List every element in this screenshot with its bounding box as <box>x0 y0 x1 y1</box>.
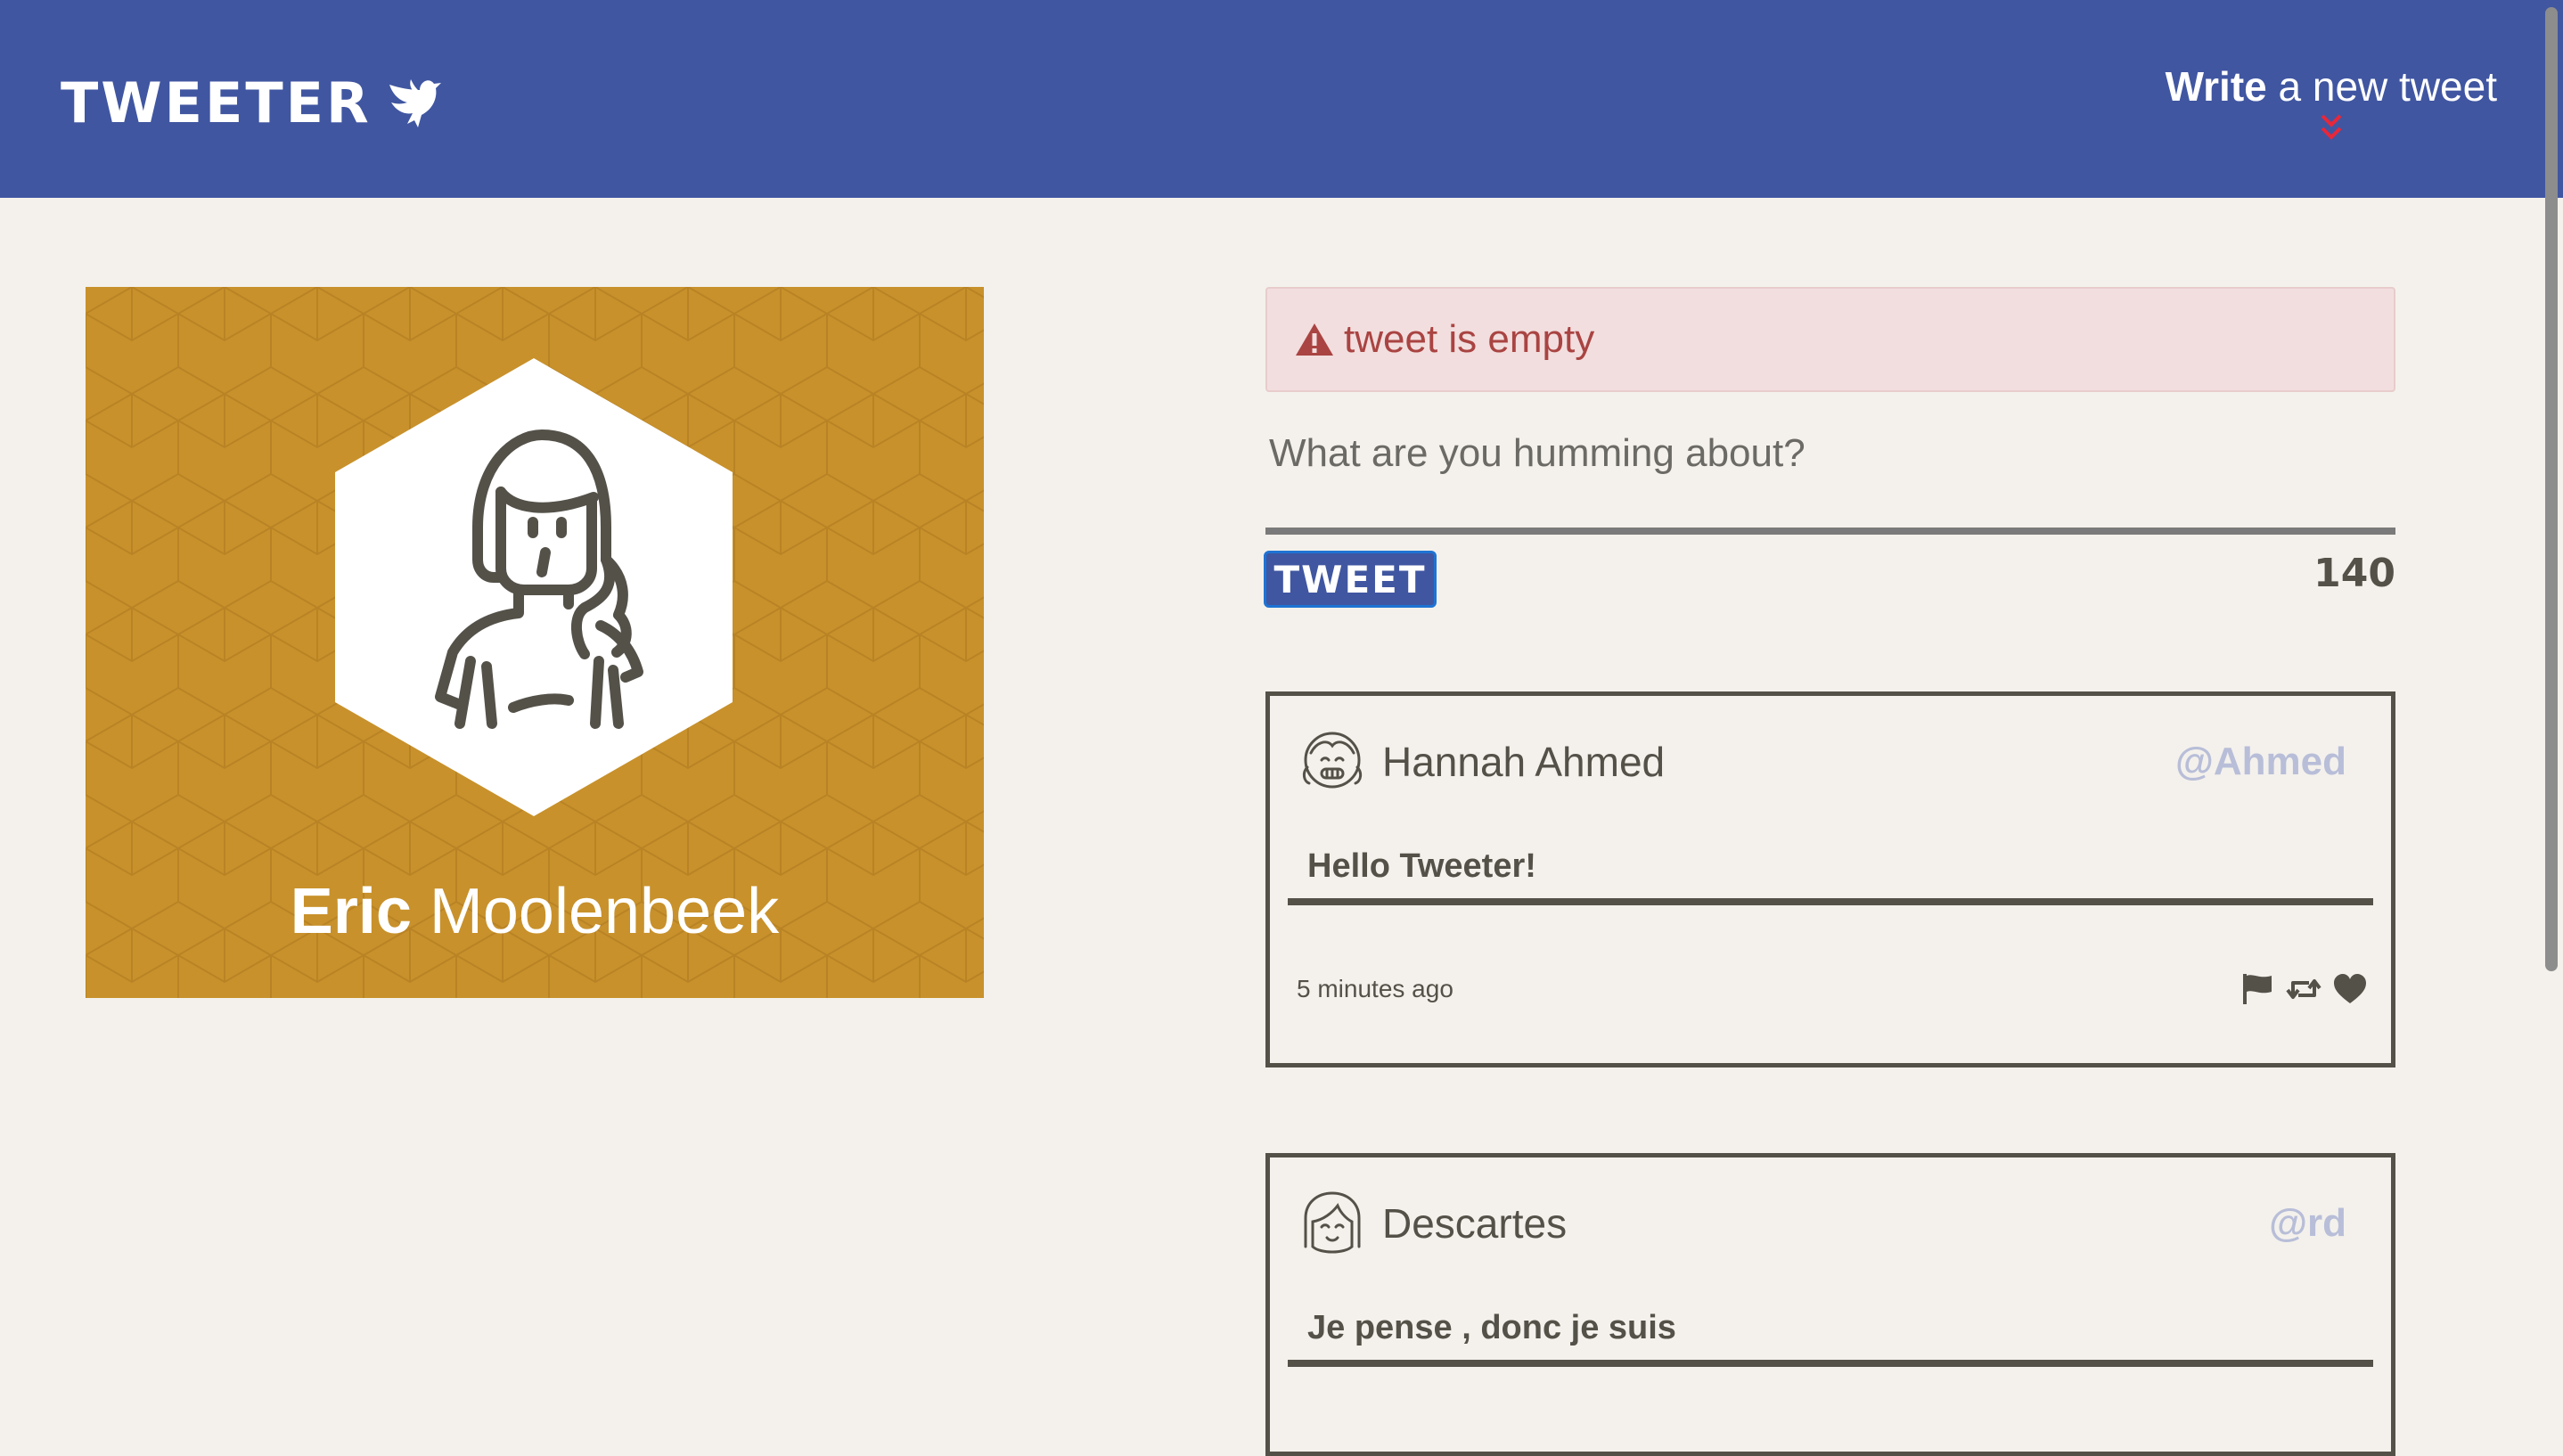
error-alert: tweet is empty <box>1265 287 2395 392</box>
write-tweet-toggle[interactable]: Write a new tweet <box>2166 62 2497 143</box>
tweet-username: Hannah Ahmed <box>1382 739 1666 785</box>
woman-avatar-icon <box>335 358 733 816</box>
profile-card: Eric Moolenbeek <box>86 287 984 998</box>
tweet-footer: 5 minutes ago <box>1297 972 2368 1006</box>
profile-name: Eric Moolenbeek <box>86 875 984 948</box>
tweet-username: Descartes <box>1382 1200 1568 1247</box>
tweet-header: Hannah Ahmed @Ahmed <box>1297 726 2346 798</box>
girl-avatar-icon <box>1302 732 1363 789</box>
write-label: Write <box>2165 63 2267 110</box>
heart-icon[interactable] <box>2332 972 2368 1006</box>
dove-icon <box>389 79 441 127</box>
profile-first-name: Eric <box>290 876 412 947</box>
warning-icon <box>1296 323 1333 356</box>
brand-logo[interactable]: TWEETER <box>61 62 441 143</box>
tweet-textarea[interactable] <box>1265 419 2395 535</box>
flag-icon[interactable] <box>2240 972 2275 1006</box>
tweet-card: Descartes @rd Je pense , donc je suis <box>1265 1153 2395 1456</box>
profile-last-name: Moolenbeek <box>429 876 780 947</box>
tweet-text: Je pense , donc je suis <box>1288 1309 2373 1367</box>
tweet-card: Hannah Ahmed @Ahmed Hello Tweeter! 5 min… <box>1265 691 2395 1067</box>
error-message: tweet is empty <box>1344 317 1595 361</box>
tweet-header: Descartes @rd <box>1297 1188 2346 1259</box>
retweet-icon[interactable] <box>2286 972 2321 1006</box>
top-nav: TWEETER Write a new tweet <box>0 0 2563 198</box>
new-tweet-label: a new tweet <box>2278 63 2497 110</box>
tweet-submit-button[interactable]: TWEET <box>1264 551 1437 608</box>
tweet-handle: @Ahmed <box>2174 740 2346 783</box>
tweet-actions <box>2240 972 2368 1006</box>
girl-avatar-icon <box>1304 1191 1361 1254</box>
double-chevron-down-icon <box>2321 114 2342 140</box>
tweet-timestamp: 5 minutes ago <box>1297 975 1453 1002</box>
tweet-text: Hello Tweeter! <box>1288 847 2373 905</box>
character-counter: 140 <box>2313 551 2395 596</box>
page-scrollbar[interactable] <box>2545 7 2558 971</box>
brand-title: TWEETER <box>61 70 372 135</box>
tweet-handle: @rd <box>2269 1201 2346 1245</box>
